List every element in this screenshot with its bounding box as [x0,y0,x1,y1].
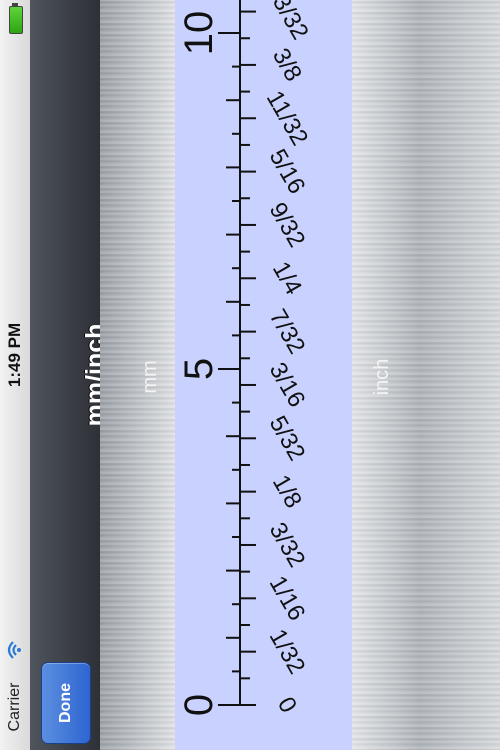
battery-icon [9,6,23,34]
ruler[interactable]: 0 5 10 0 1/32 1/16 3/32 1/8 5/32 3/16 7/32 1/4 9/32 5… [175,0,352,750]
inch-tick-label: 9/32 [264,198,311,252]
done-button-label: Done [57,683,74,723]
wifi-icon [7,641,21,659]
inch-tick-label: 0 [272,692,302,717]
status-carrier: Carrier [6,682,23,732]
inch-tick-label: 1/16 [264,571,311,625]
inch-unit-label: inch [371,358,393,396]
inch-tick-label: 1/4 [267,257,307,299]
inch-tick-label: 11/32 [261,86,314,150]
navigation-bar: mm/inch [30,0,109,750]
status-bar: 1:49 PM Carrier [0,0,31,750]
mm-unit-label: mm [139,360,161,394]
inch-tick-label: 13/32 [260,0,313,44]
inch-tick-label: 3/32 [264,518,311,572]
inch-tick-label: 3/8 [267,44,307,86]
done-button[interactable]: Done [41,662,91,744]
mm-tick-label: 5 [177,358,221,380]
inch-tick-label: 1/8 [267,470,307,512]
inch-tick-label: 7/32 [264,305,311,359]
inch-tick-label: 5/16 [264,145,311,199]
inch-tick-label: 3/16 [264,358,311,412]
inch-tick-label: 5/32 [264,411,311,465]
inch-tick-label: 1/32 [264,625,311,679]
ruler-scale: 0 5 10 0 1/321/163/32 1/8 5/323/167/32 1/4 9/325… [177,0,314,718]
mm-tick-label: 10 [177,11,221,56]
mm-tick-label: 0 [177,694,221,716]
status-time: 1:49 PM [5,322,24,388]
